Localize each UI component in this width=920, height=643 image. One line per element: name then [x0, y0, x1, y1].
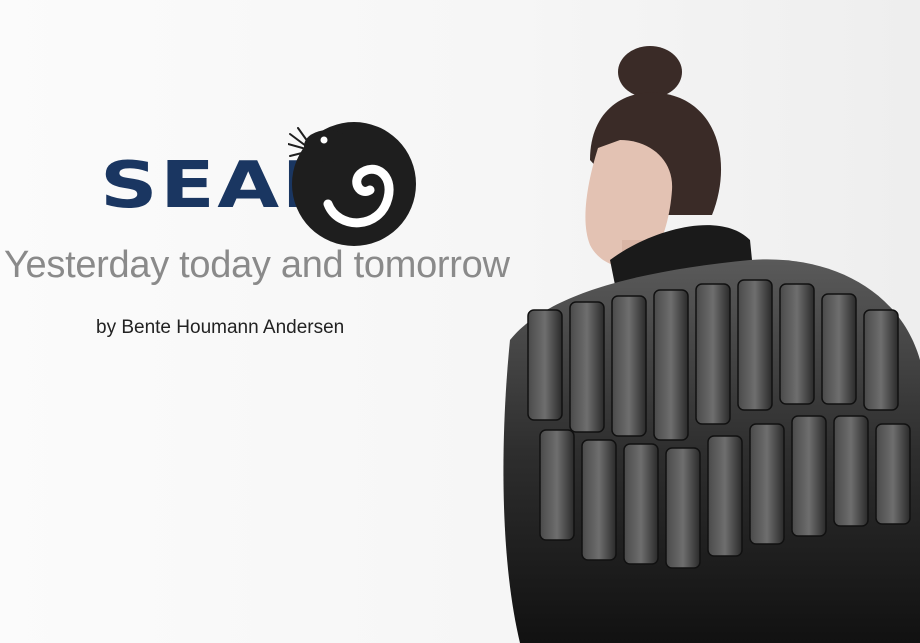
hair-bun: [618, 46, 682, 98]
advertisement: SEAL Yesterday today and tomorrow by Ben…: [0, 0, 920, 643]
seal-icon: [288, 122, 416, 246]
fur-strips: [527, 279, 911, 569]
model-photo: [503, 46, 920, 643]
byline: by Bente Houmann Andersen: [96, 317, 345, 338]
seal-logo: SEAL: [100, 112, 420, 247]
